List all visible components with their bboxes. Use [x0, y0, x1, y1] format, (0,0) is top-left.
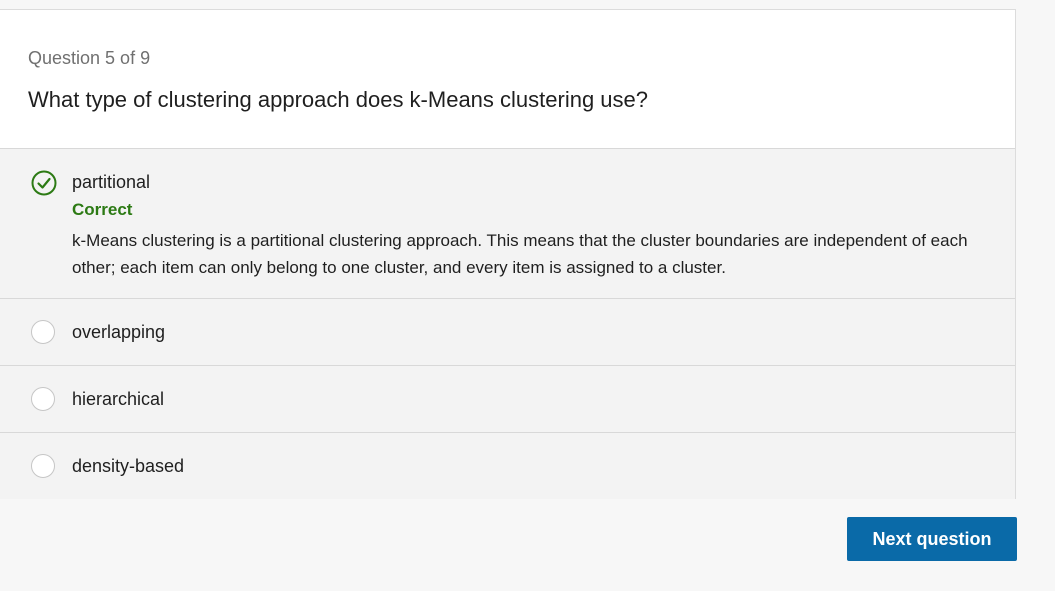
answer-option-label: overlapping	[72, 322, 166, 342]
check-circle-icon	[31, 170, 57, 196]
answer-explanation: k-Means clustering is a partitional clus…	[72, 231, 968, 277]
correct-feedback-label: Correct	[72, 200, 133, 219]
question-card: Question 5 of 9 What type of clustering …	[0, 9, 1016, 499]
answer-option-density-based[interactable]: density-based	[0, 433, 1015, 499]
radio-empty-icon[interactable]	[31, 320, 55, 344]
question-counter: Question 5 of 9	[28, 48, 151, 68]
radio-empty-icon[interactable]	[31, 387, 55, 411]
answer-option-label: hierarchical	[72, 389, 165, 409]
next-question-button[interactable]: Next question	[847, 517, 1017, 561]
answer-option-label: density-based	[72, 456, 185, 476]
answer-option-hierarchical[interactable]: hierarchical	[0, 366, 1015, 433]
answer-option-overlapping[interactable]: overlapping	[0, 299, 1015, 366]
radio-empty-icon[interactable]	[31, 454, 55, 478]
answer-option-partitional[interactable]: partitional Correct k-Means clustering i…	[0, 149, 1015, 299]
question-text: What type of clustering approach does k-…	[28, 87, 648, 112]
answer-option-label: partitional	[72, 172, 151, 192]
question-header: Question 5 of 9 What type of clustering …	[0, 10, 1015, 149]
